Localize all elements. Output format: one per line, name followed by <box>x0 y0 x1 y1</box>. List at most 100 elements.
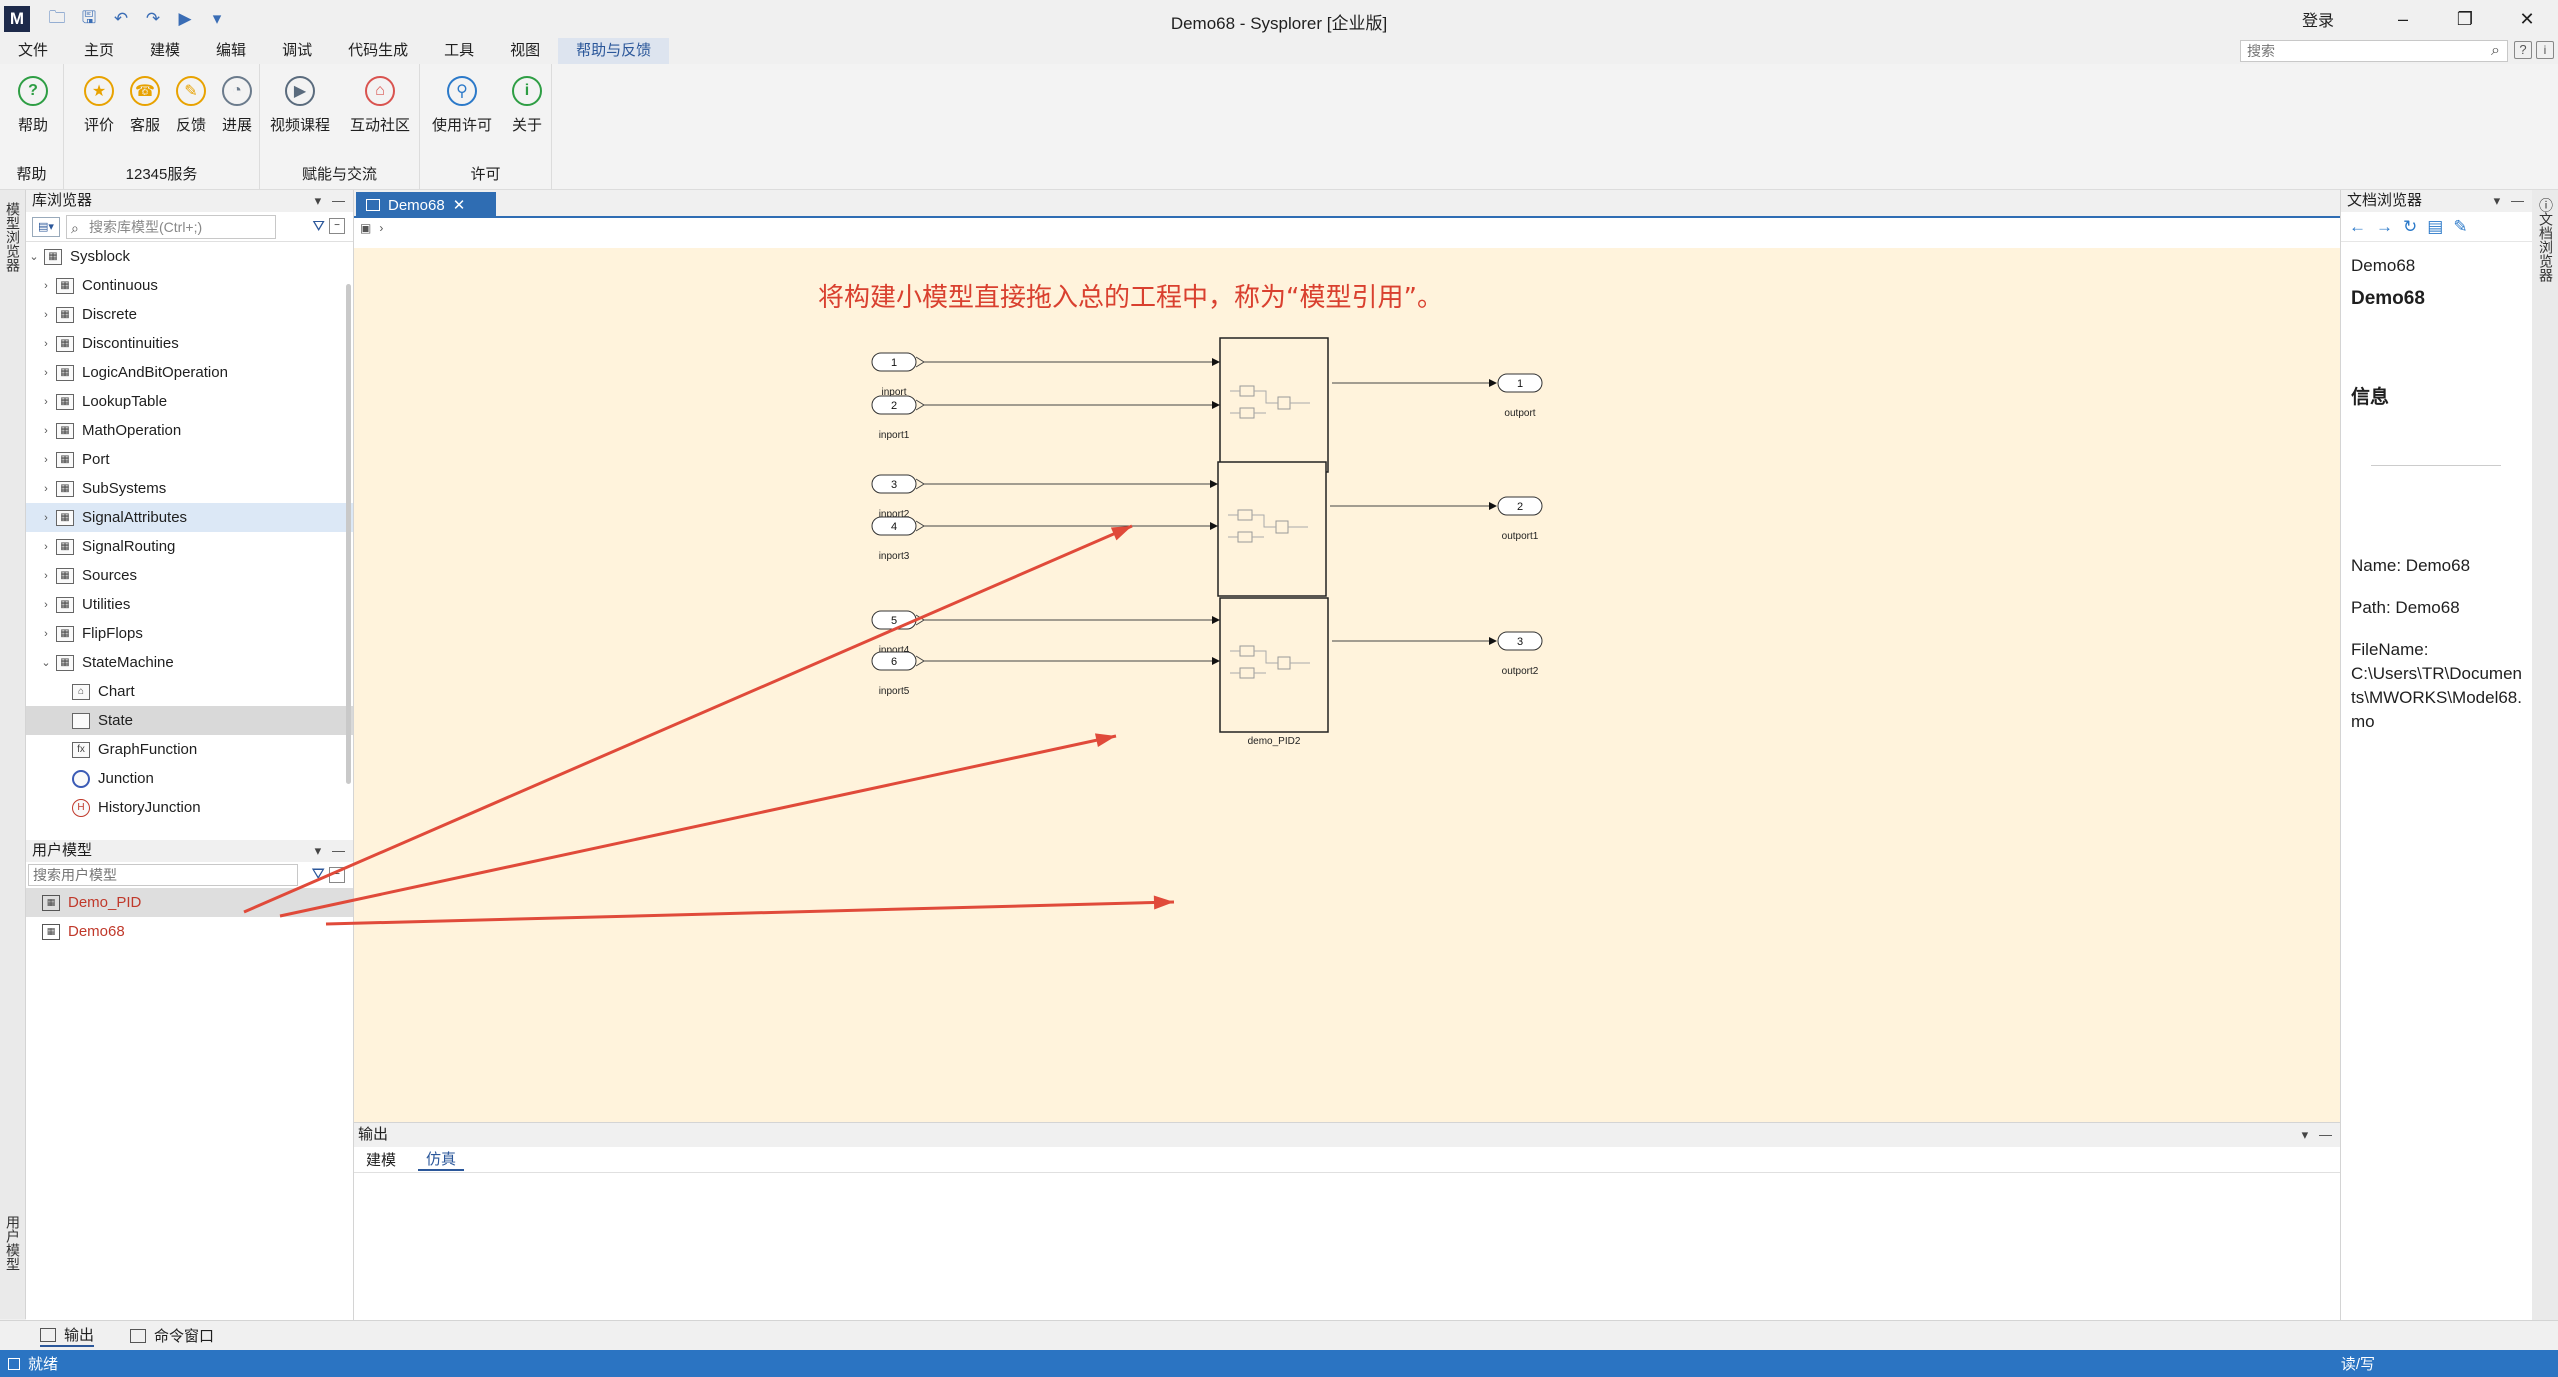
close-icon[interactable]: ✕ <box>2496 9 2558 30</box>
panel-menu-icon[interactable]: ▾ ― <box>2302 1123 2332 1147</box>
undo-icon[interactable]: ↶ <box>110 8 132 30</box>
bottom-tab[interactable]: 输出 <box>40 1324 95 1347</box>
output-tab[interactable]: 仿真 <box>418 1148 465 1171</box>
breadcrumb-model-icon[interactable]: ▣ <box>360 221 371 235</box>
menu-item[interactable]: 代码生成 <box>330 38 426 64</box>
edit-document-icon[interactable]: ✎ <box>2453 217 2467 237</box>
library-view-toggle[interactable]: ▤▾ <box>32 216 60 237</box>
tree-item[interactable]: ⌂ Chart <box>26 677 353 706</box>
tree-item[interactable]: › ▦ Sources <box>26 561 353 590</box>
ribbon-button[interactable]: ⌂ 互动社区 <box>346 76 414 135</box>
open-folder-icon[interactable]: 🗀 <box>46 8 68 30</box>
expand-arrow-icon[interactable]: › <box>40 570 52 582</box>
tab-demo68[interactable]: Demo68 ✕ <box>356 192 496 218</box>
expand-arrow-icon[interactable]: › <box>40 628 52 640</box>
model-reference-block[interactable] <box>1217 461 1327 597</box>
bottom-tab[interactable]: 命令窗口 <box>130 1325 214 1346</box>
global-search-input[interactable] <box>2240 40 2508 62</box>
quick-access-dropdown-icon[interactable]: ▾ <box>206 8 228 30</box>
library-search-input[interactable]: ⌕ 搜索库模型(Ctrl+;) <box>66 214 276 239</box>
expand-arrow-icon[interactable]: › <box>40 309 52 321</box>
tree-item[interactable]: › ▦ LogicAndBitOperation <box>26 358 353 387</box>
expand-arrow-icon[interactable]: › <box>40 483 52 495</box>
tree-item[interactable]: › ▦ LookupTable <box>26 387 353 416</box>
model-reference-block[interactable] <box>1219 337 1329 473</box>
menu-item[interactable]: 文件 <box>0 38 66 64</box>
tree-item[interactable]: › ▦ SignalRouting <box>26 532 353 561</box>
model-browser-side-tab[interactable]: 模型浏览器 <box>3 202 23 272</box>
menu-item[interactable]: 主页 <box>66 38 132 64</box>
menu-item[interactable]: 编辑 <box>198 38 264 64</box>
search-icon[interactable]: ⌕ <box>2491 42 2500 60</box>
user-model-search-input[interactable] <box>28 864 298 886</box>
run-icon[interactable]: ▶ <box>174 8 196 30</box>
expand-arrow-icon[interactable]: › <box>40 541 52 553</box>
expand-arrow-icon[interactable]: › <box>40 338 52 350</box>
expand-arrow-icon[interactable]: ⌄ <box>40 656 52 669</box>
tree-item[interactable]: State <box>26 706 353 735</box>
menu-item[interactable]: 帮助与反馈 <box>558 38 670 64</box>
tree-item[interactable]: › ▦ Continuous <box>26 271 353 300</box>
document-view-icon[interactable]: ▤ <box>2427 217 2443 237</box>
help-question-icon[interactable]: ? <box>2514 41 2532 59</box>
tree-item[interactable]: H HistoryJunction <box>26 793 353 818</box>
ribbon-button[interactable]: ★ 评价 <box>76 76 122 135</box>
ribbon-button[interactable]: i 关于 <box>504 76 550 135</box>
menu-item[interactable]: 视图 <box>492 38 558 64</box>
menu-item[interactable]: 工具 <box>426 38 492 64</box>
tree-item[interactable]: › ▦ Port <box>26 445 353 474</box>
ribbon-button[interactable]: ◔ 进展 <box>214 76 260 135</box>
expand-arrow-icon[interactable]: › <box>40 599 52 611</box>
collapse-all-icon[interactable]: − <box>329 218 345 234</box>
panel-menu-icon[interactable]: ▾ ― <box>315 840 345 862</box>
tree-item[interactable]: Junction <box>26 764 353 793</box>
filter-icon[interactable]: ⛛ <box>312 866 325 884</box>
collapse-all-icon[interactable]: − <box>329 867 345 883</box>
expand-arrow-icon[interactable]: › <box>40 512 52 524</box>
tree-item[interactable]: ⌄ ▦ Sysblock <box>26 242 353 271</box>
login-button[interactable]: 登录 <box>2302 7 2334 31</box>
user-model-item[interactable]: ▦ Demo68 <box>26 917 353 946</box>
breadcrumb-arrow-icon[interactable]: › <box>379 221 383 235</box>
minimize-icon[interactable]: – <box>2372 9 2434 30</box>
tree-item[interactable]: › ▦ SignalAttributes <box>26 503 353 532</box>
expand-arrow-icon[interactable]: › <box>40 280 52 292</box>
info-icon[interactable]: i <box>2536 41 2554 59</box>
model-reference-block[interactable] <box>1219 597 1329 733</box>
panel-menu-icon[interactable]: ▾ ― <box>2494 190 2524 212</box>
expand-arrow-icon[interactable]: ⌄ <box>28 250 40 263</box>
menu-item[interactable]: 调试 <box>264 38 330 64</box>
menu-item[interactable]: 建模 <box>132 38 198 64</box>
expand-arrow-icon[interactable]: › <box>40 367 52 379</box>
tree-item[interactable]: › ▦ FlipFlops <box>26 619 353 648</box>
tree-item[interactable]: › ▦ Discontinuities <box>26 329 353 358</box>
tree-item[interactable]: ⌄ ▦ StateMachine <box>26 648 353 677</box>
restore-icon[interactable]: ❐ <box>2434 9 2496 30</box>
tree-item[interactable]: › ▦ MathOperation <box>26 416 353 445</box>
refresh-icon[interactable]: ↻ <box>2403 217 2417 237</box>
filter-icon[interactable]: ⛛ <box>312 218 325 235</box>
redo-icon[interactable]: ↷ <box>142 8 164 30</box>
tab-close-icon[interactable]: ✕ <box>453 196 466 214</box>
panel-menu-icon[interactable]: ▾ ― <box>315 190 345 212</box>
save-icon[interactable]: 🖫 <box>78 8 100 30</box>
forward-arrow-icon[interactable]: → <box>2376 217 2393 237</box>
ribbon-button[interactable]: ☎ 客服 <box>122 76 168 135</box>
doc-browser-side-tab[interactable]: ⓘ文档浏览器 <box>2536 198 2556 282</box>
library-scrollbar[interactable] <box>346 284 351 784</box>
tree-item[interactable]: › ▦ Utilities <box>26 590 353 619</box>
tree-item[interactable]: › ▦ Discrete <box>26 300 353 329</box>
ribbon-button[interactable]: ? 帮助 <box>10 76 56 135</box>
diagram-canvas[interactable]: 将构建小模型直接拖入总的工程中，称为“模型引用”。demo_PID1inport… <box>354 248 2340 1122</box>
tree-item[interactable]: › ▦ SubSystems <box>26 474 353 503</box>
ribbon-button[interactable]: ✎ 反馈 <box>168 76 214 135</box>
output-tab[interactable]: 建模 <box>366 1149 396 1170</box>
expand-arrow-icon[interactable]: › <box>40 454 52 466</box>
ribbon-button[interactable]: ⚲ 使用许可 <box>428 76 496 135</box>
tree-item[interactable]: fx GraphFunction <box>26 735 353 764</box>
user-model-side-tab[interactable]: 用户模型 <box>3 1215 23 1271</box>
back-arrow-icon[interactable]: ← <box>2349 217 2366 237</box>
ribbon-button[interactable]: ▶ 视频课程 <box>266 76 334 135</box>
expand-arrow-icon[interactable]: › <box>40 396 52 408</box>
user-model-item[interactable]: ▦ Demo_PID <box>26 888 353 917</box>
